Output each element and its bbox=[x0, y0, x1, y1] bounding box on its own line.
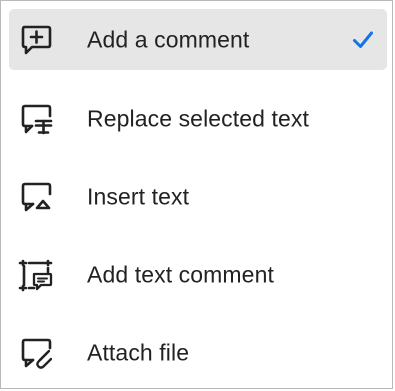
menu-item-label: Replace selected text bbox=[87, 105, 310, 131]
comment-attach-file-icon bbox=[19, 336, 53, 370]
comment-plus-icon bbox=[19, 23, 53, 57]
menu-item-attach-file[interactable]: Attach file bbox=[9, 322, 387, 383]
menu-item-label: Add a comment bbox=[87, 26, 250, 52]
menu-item-add-text-comment[interactable]: Add text comment bbox=[9, 244, 387, 305]
text-comment-box-icon bbox=[18, 258, 53, 292]
menu-item-insert-text[interactable]: Insert text bbox=[9, 166, 387, 227]
comment-replace-text-icon bbox=[19, 102, 53, 136]
comment-insert-text-icon bbox=[19, 180, 53, 214]
menu-item-replace-selected-text[interactable]: Replace selected text bbox=[9, 88, 387, 149]
checkmark-icon bbox=[351, 28, 375, 52]
comment-tools-menu: Add a comment Replace selected text Inse… bbox=[0, 0, 393, 389]
menu-item-label: Insert text bbox=[87, 183, 190, 209]
menu-item-label: Attach file bbox=[87, 339, 190, 365]
menu-item-add-a-comment[interactable]: Add a comment bbox=[9, 9, 387, 70]
menu-item-label: Add text comment bbox=[87, 261, 274, 287]
